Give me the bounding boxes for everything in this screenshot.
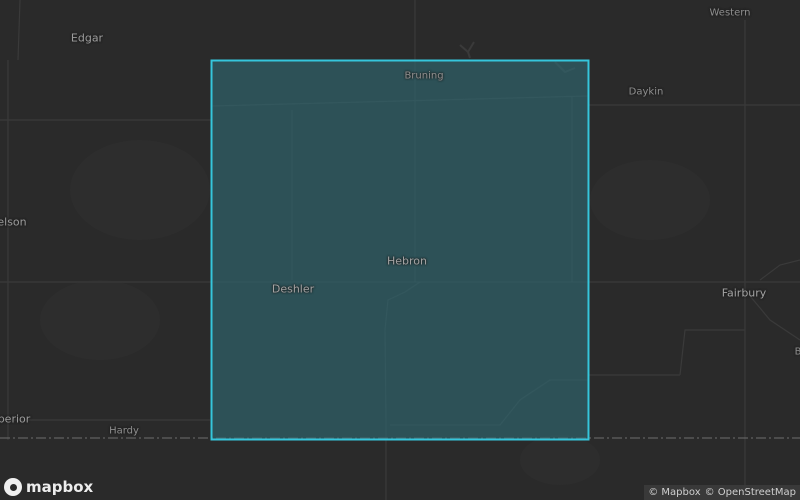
mapbox-logo[interactable]: mapbox (4, 478, 93, 496)
place-label-hardy: Hardy (109, 425, 139, 437)
place-label-nelson: elson (0, 215, 27, 229)
place-label-western: Western (709, 7, 751, 19)
attribution-osm-link[interactable]: © OpenStreetMap (705, 487, 796, 498)
attribution-mapbox-link[interactable]: © Mapbox (648, 487, 700, 498)
place-label-hebron: Hebron (386, 254, 428, 268)
place-label-daykin: Daykin (628, 86, 664, 98)
mapbox-logo-icon (4, 478, 22, 496)
attribution: © Mapbox © OpenStreetMap (644, 485, 800, 500)
place-label-edge: B (794, 346, 800, 358)
place-label-superior: perior (0, 412, 31, 426)
mapbox-logo-text: mapbox (26, 478, 94, 496)
place-label-bruning: Bruning (404, 70, 444, 82)
place-label-edgar: Edgar (70, 31, 104, 45)
map-canvas[interactable]: Western Edgar Bruning Daykin elson Hebro… (0, 0, 800, 500)
selection-area[interactable] (210, 59, 590, 441)
place-label-fairbury: Fairbury (721, 286, 767, 300)
place-label-deshler: Deshler (271, 282, 315, 296)
